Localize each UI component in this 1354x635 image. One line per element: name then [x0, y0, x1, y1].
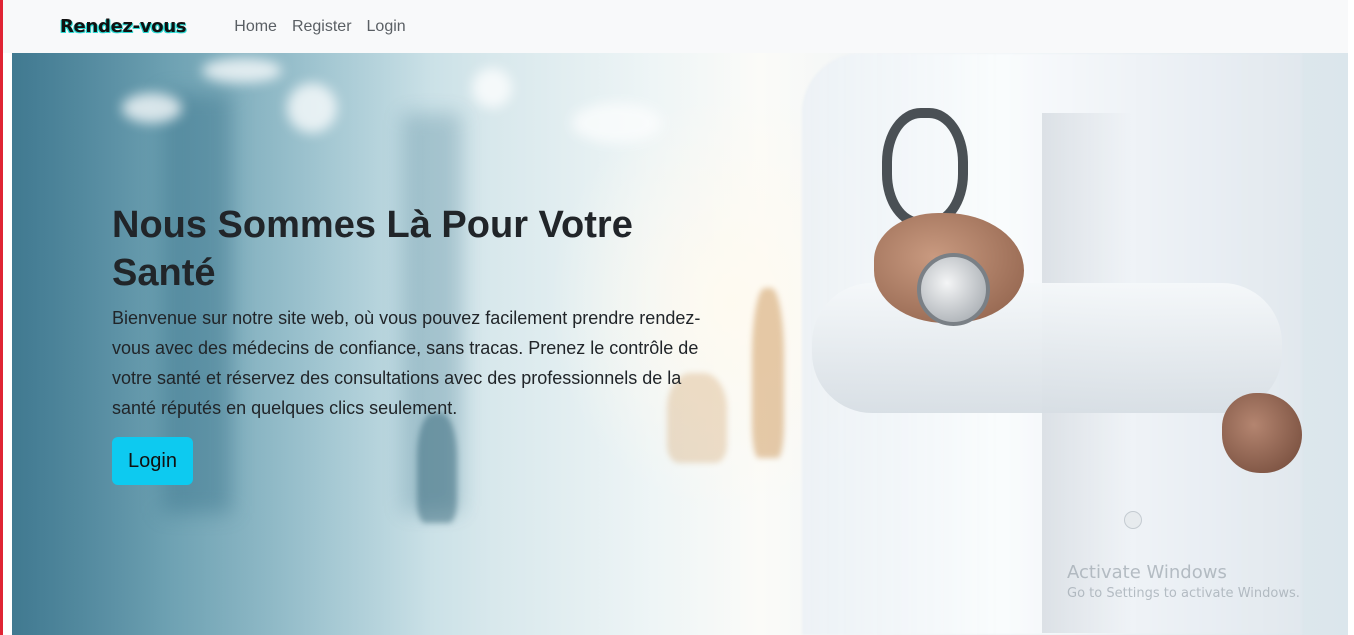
activate-windows-watermark: Activate Windows Go to Settings to activ…: [1067, 562, 1300, 604]
watermark-subtitle: Go to Settings to activate Windows.: [1067, 586, 1300, 601]
navbar: Rendez-vous Home Register Login: [3, 0, 1348, 53]
nav-links: Home Register Login: [234, 18, 405, 36]
nav-link-register[interactable]: Register: [292, 18, 352, 36]
watermark-title: Activate Windows: [1067, 562, 1227, 583]
page: Rendez-vous Home Register Login Nous Som…: [0, 0, 1354, 635]
nav-link-login[interactable]: Login: [367, 18, 406, 36]
nav-link-home[interactable]: Home: [234, 18, 277, 36]
window-left-border: [0, 0, 3, 635]
login-button[interactable]: Login: [112, 437, 193, 485]
hero-description: Bienvenue sur notre site web, où vous po…: [112, 308, 701, 418]
brand-logo[interactable]: Rendez-vous: [60, 16, 187, 37]
hero-content: Nous Sommes Là Pour Votre Santé Bienvenu…: [112, 201, 712, 485]
hero-title: Nous Sommes Là Pour Votre Santé: [112, 204, 633, 294]
hero-section: Nous Sommes Là Pour Votre Santé Bienvenu…: [12, 53, 1348, 635]
window-right-border: [1348, 0, 1354, 635]
